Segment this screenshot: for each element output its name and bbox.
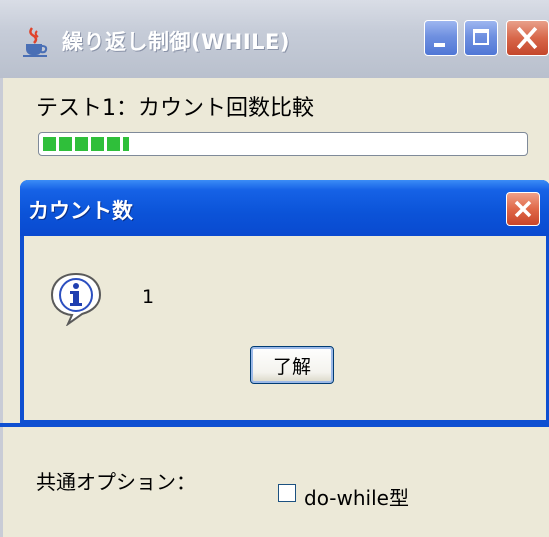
window-close-button[interactable] (506, 20, 549, 56)
dialog-bottom-border (0, 423, 549, 427)
dialog-title: カウント数 (28, 199, 133, 223)
maximize-button[interactable] (464, 20, 498, 56)
minimize-icon (434, 43, 445, 47)
message-dialog: カウント数 1 了解 (20, 180, 549, 424)
maximize-icon (473, 29, 489, 45)
close-icon (516, 26, 538, 50)
java-cup-icon (23, 27, 48, 57)
close-icon (514, 200, 532, 218)
do-while-checkbox[interactable] (278, 484, 296, 502)
dialog-titlebar[interactable]: カウント数 (20, 180, 549, 236)
test-label: テスト1：カウント回数比較 (36, 96, 314, 121)
progress-fill (43, 137, 129, 151)
do-while-checkbox-label[interactable]: do-while型 (304, 482, 409, 511)
dialog-close-button[interactable] (506, 192, 540, 226)
window-title: 繰り返し制御(WHILE) (62, 30, 290, 54)
info-icon (50, 272, 102, 326)
ok-button[interactable]: 了解 (250, 346, 334, 384)
window-left-edge (0, 78, 3, 537)
dialog-message: 1 (142, 286, 155, 308)
common-options-label: 共通オプション： (36, 470, 196, 494)
window-titlebar[interactable]: 繰り返し制御(WHILE) (0, 0, 549, 78)
count-progress-bar (38, 132, 528, 156)
minimize-button[interactable] (424, 20, 458, 56)
